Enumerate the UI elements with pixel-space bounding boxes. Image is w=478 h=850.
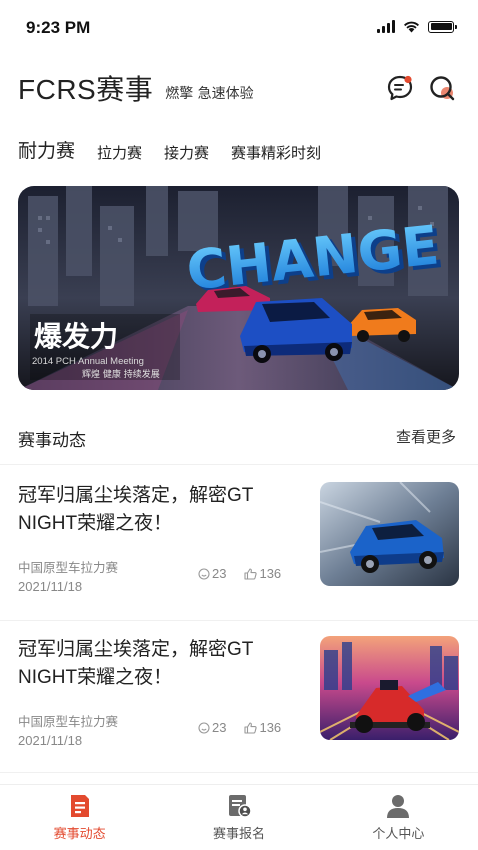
section-title: 赛事动态 <box>18 426 88 452</box>
banner-image: CHANGE CHANGE 爆发力 2014 PCH Annual Meetin… <box>18 186 459 390</box>
news-date: 2021/11/18 <box>18 579 83 594</box>
nav-item-profile[interactable]: 个人中心 <box>319 785 478 850</box>
news-date: 2021/11/18 <box>18 733 83 748</box>
promo-banner[interactable]: CHANGE CHANGE 爆发力 2014 PCH Annual Meetin… <box>18 186 459 390</box>
status-bar: 9:23 PM <box>0 0 478 56</box>
status-time: 9:23 PM <box>26 18 91 37</box>
registration-icon <box>228 795 252 818</box>
news-card[interactable]: 冠军归属尘埃落定，解密GT NIGHT荣耀之夜！ 中国原型车拉力赛 2021/1… <box>18 482 459 612</box>
view-more-link[interactable]: 查看更多 <box>396 426 456 447</box>
divider <box>0 620 478 621</box>
news-stats: 23 136 <box>198 566 281 581</box>
news-category: 中国原型车拉力赛 <box>18 560 119 575</box>
comment-icon <box>198 567 210 580</box>
thumb-up-icon <box>244 567 258 580</box>
banner-overlay-sub: 2014 PCH Annual Meeting <box>32 356 144 367</box>
app-header: FCRS赛事 燃擎 急速体验 <box>18 66 460 112</box>
signal-icon <box>377 20 395 33</box>
message-icon <box>387 75 413 101</box>
category-tabs: 耐力赛 拉力赛 接力赛 赛事精彩时刻 <box>18 136 321 163</box>
like-count: 136 <box>259 720 282 735</box>
comment-icon <box>198 721 210 734</box>
thumb-up-icon <box>244 721 258 734</box>
comment-stat[interactable]: 23 <box>198 720 226 735</box>
news-title: 冠军归属尘埃落定，解密GT NIGHT荣耀之夜！ <box>18 639 254 688</box>
banner-overlay-tag: 辉煌 健康 持续发展 <box>82 368 160 380</box>
like-stat[interactable]: 136 <box>244 566 281 581</box>
blue-sports-car-image <box>320 482 459 586</box>
like-count: 136 <box>259 566 282 581</box>
banner-overlay-title: 爆发力 <box>34 320 118 353</box>
news-thumbnail[interactable] <box>320 636 459 740</box>
status-icons <box>377 20 457 33</box>
nav-label: 赛事动态 <box>53 827 106 842</box>
tab-rally[interactable]: 拉力赛 <box>97 142 142 163</box>
news-category: 中国原型车拉力赛 <box>18 714 119 729</box>
search-button[interactable] <box>428 74 456 102</box>
search-icon <box>430 76 455 101</box>
profile-icon <box>387 795 410 818</box>
nav-item-news[interactable]: 赛事动态 <box>0 785 159 850</box>
comment-stat[interactable]: 23 <box>198 566 226 581</box>
message-button[interactable] <box>386 74 414 102</box>
bottom-nav: 赛事动态 赛事报名 个人中心 <box>0 784 478 850</box>
news-card[interactable]: 冠军归属尘埃落定，解密GT NIGHT荣耀之夜！ 中国原型车拉力赛 2021/1… <box>18 636 459 766</box>
header-actions <box>386 74 456 102</box>
wifi-icon <box>404 21 419 33</box>
battery-icon <box>428 20 457 33</box>
nav-label: 赛事报名 <box>212 827 265 842</box>
app-title: FCRS赛事 <box>18 68 153 108</box>
tab-relay[interactable]: 接力赛 <box>164 142 209 163</box>
news-icon <box>70 795 89 817</box>
divider <box>0 772 478 773</box>
comment-count: 23 <box>212 720 227 735</box>
nav-item-registration[interactable]: 赛事报名 <box>159 785 318 850</box>
news-thumbnail[interactable] <box>320 482 459 586</box>
formula-race-car-illustration <box>320 636 459 740</box>
like-stat[interactable]: 136 <box>244 720 281 735</box>
tab-highlights[interactable]: 赛事精彩时刻 <box>231 142 321 163</box>
app-slogan: 燃擎 急速体验 <box>165 86 254 102</box>
comment-count: 23 <box>212 566 227 581</box>
news-stats: 23 136 <box>198 720 281 735</box>
brand: FCRS赛事 燃擎 急速体验 <box>18 68 254 108</box>
divider <box>0 464 478 465</box>
section-header: 赛事动态 查看更多 <box>18 422 460 452</box>
tab-endurance[interactable]: 耐力赛 <box>18 136 80 163</box>
news-title: 冠军归属尘埃落定，解密GT NIGHT荣耀之夜！ <box>18 485 254 534</box>
nav-label: 个人中心 <box>372 827 425 842</box>
